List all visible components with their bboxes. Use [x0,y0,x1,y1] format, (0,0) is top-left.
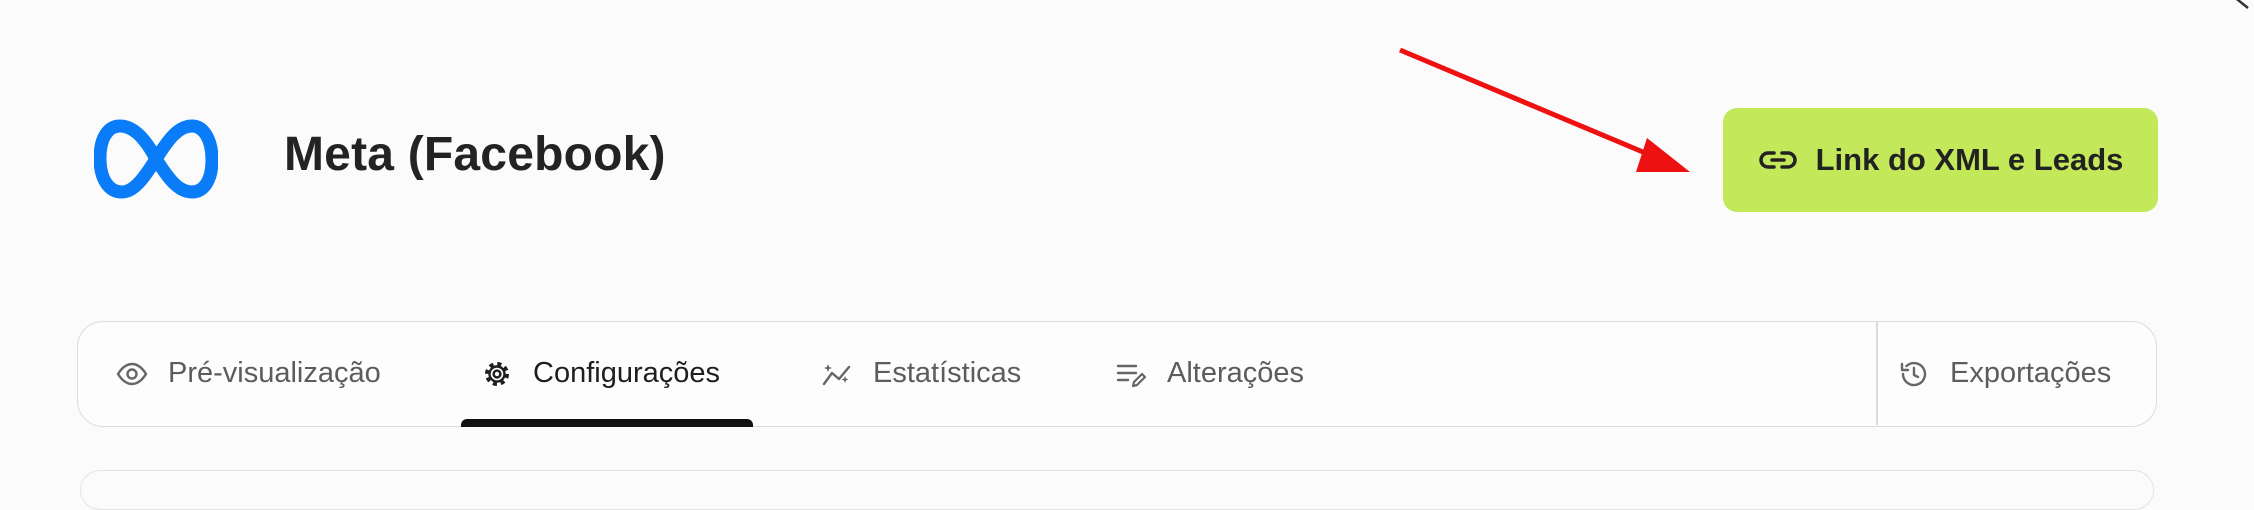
tab-divider [1876,322,1878,425]
page-title: Meta (Facebook) [284,128,666,181]
gear-icon [485,361,509,386]
tab-preview[interactable]: Pré-visualização [116,322,381,425]
tab-exports[interactable]: Exportações [1898,322,2111,425]
tab-exports-label: Exportações [1950,357,2112,389]
history-icon [1900,361,1927,386]
active-tab-indicator [461,419,753,427]
tab-preview-label: Pré-visualização [168,357,381,389]
tab-settings-label: Configurações [533,357,720,389]
close-icon[interactable] [2218,0,2254,12]
edit-list-icon [1116,364,1147,387]
tab-statistics[interactable]: Estatísticas [821,322,1021,425]
tab-changes[interactable]: Alterações [1115,322,1304,425]
eye-icon [116,362,148,385]
tab-changes-label: Alterações [1167,357,1305,389]
meta-logo-icon [94,119,218,199]
xml-leads-link-button[interactable]: Link do XML e Leads [1723,108,2158,212]
chart-trend-icon [822,363,851,385]
content-panel [80,470,2154,510]
xml-leads-link-label: Link do XML e Leads [1815,142,2124,177]
tab-bar: Pré-visualização Configurações Estatísti… [77,321,2157,427]
tab-settings[interactable]: Configurações [481,322,720,425]
link-icon [1758,151,1797,169]
tab-statistics-label: Estatísticas [873,357,1022,389]
